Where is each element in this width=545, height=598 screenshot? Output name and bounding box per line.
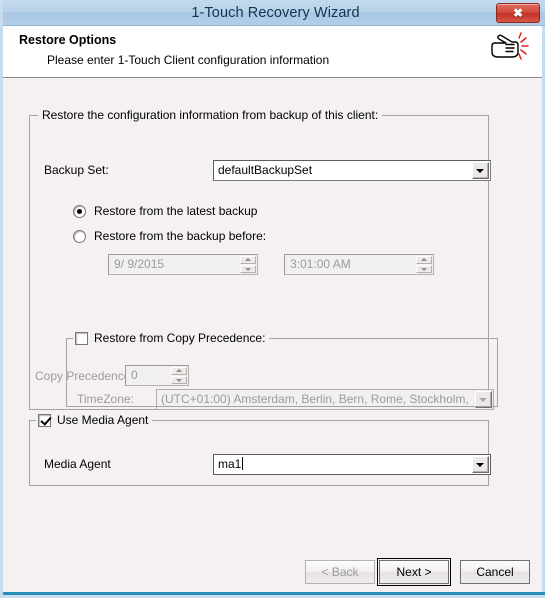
media-agent-value: ma1 [218, 457, 242, 471]
page-subtitle: Please enter 1-Touch Client configuratio… [47, 53, 330, 67]
copy-precedence-spinner[interactable] [171, 367, 187, 384]
spinner-up-icon[interactable] [171, 367, 187, 375]
restore-date-value: 9/ 9/2015 [114, 257, 165, 271]
next-button[interactable]: Next > [377, 558, 451, 586]
dialog-window: 1-Touch Recovery Wizard ✖ Restore Option… [0, 0, 545, 598]
spinner-down-icon[interactable] [416, 265, 432, 273]
chevron-down-icon[interactable] [472, 162, 489, 179]
copy-precedence-group: Restore from Copy Precedence: Copy Prece… [35, 331, 498, 407]
copy-precedence-field-label: Copy Precedence: [35, 369, 134, 383]
use-media-agent-group-caption[interactable]: Use Media Agent [36, 413, 153, 427]
restore-time-spinner[interactable] [416, 256, 432, 273]
pointing-hand-click-icon [491, 32, 529, 60]
spinner-down-icon[interactable] [240, 265, 256, 273]
text-caret [242, 457, 244, 470]
chevron-down-icon[interactable] [472, 456, 489, 473]
wizard-header: Restore Options Please enter 1-Touch Cli… [3, 26, 542, 78]
radio-restore-before-indicator[interactable] [73, 229, 86, 243]
backup-set-label: Backup Set: [44, 163, 109, 177]
radio-restore-before[interactable]: Restore from the backup before: [73, 229, 266, 243]
back-button[interactable]: < Back [305, 560, 375, 584]
copy-precedence-value: 0 [131, 368, 138, 382]
restore-time-field[interactable]: 3:01:00 AM [284, 254, 434, 275]
window-bottom-accent [3, 592, 545, 595]
radio-restore-before-label: Restore from the backup before: [94, 229, 267, 243]
restore-configuration-group-caption: Restore the configuration information fr… [38, 108, 383, 122]
page-title: Restore Options [19, 33, 117, 47]
restore-configuration-group: Restore the configuration information fr… [29, 108, 498, 410]
radio-restore-latest-indicator[interactable] [73, 204, 86, 218]
spinner-up-icon[interactable] [416, 256, 432, 264]
close-icon: ✖ [512, 6, 524, 20]
copy-precedence-caption-label: Restore from Copy Precedence: [94, 331, 266, 345]
use-media-agent-caption-label: Use Media Agent [57, 413, 149, 427]
media-agent-combo[interactable]: ma1 [213, 454, 491, 475]
restore-date-field[interactable]: 9/ 9/2015 [108, 254, 258, 275]
media-agent-label: Media Agent [44, 457, 111, 471]
title-bar: 1-Touch Recovery Wizard ✖ [3, 0, 545, 26]
backup-set-combo[interactable]: defaultBackupSet [213, 160, 491, 181]
use-media-agent-checkbox[interactable] [38, 413, 51, 427]
copy-precedence-group-caption[interactable]: Restore from Copy Precedence: [73, 331, 270, 345]
spinner-down-icon[interactable] [171, 376, 187, 384]
spinner-up-icon[interactable] [240, 256, 256, 264]
dialog-body: Restore the configuration information fr… [3, 79, 542, 595]
restore-time-value: 3:01:00 AM [290, 257, 351, 271]
use-media-agent-group: Use Media Agent Media Agent ma1 [29, 413, 491, 486]
radio-restore-latest-label: Restore from the latest backup [94, 204, 258, 218]
copy-precedence-field[interactable]: 0 [125, 365, 189, 386]
close-button[interactable]: ✖ [496, 3, 540, 23]
window-title: 1-Touch Recovery Wizard [191, 5, 360, 21]
cancel-button[interactable]: Cancel [460, 560, 530, 584]
backup-set-value: defaultBackupSet [218, 163, 313, 177]
radio-restore-latest[interactable]: Restore from the latest backup [73, 204, 257, 218]
restore-date-spinner[interactable] [240, 256, 256, 273]
copy-precedence-checkbox[interactable] [75, 331, 88, 345]
